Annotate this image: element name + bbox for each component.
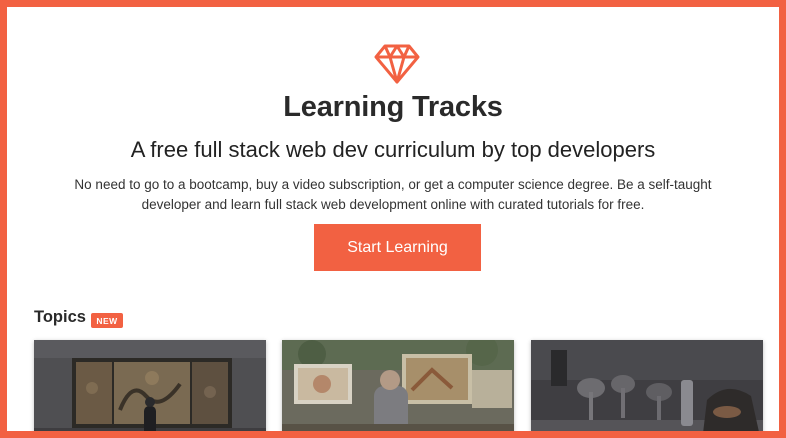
topic-card[interactable] (531, 340, 763, 431)
topics-heading: Topics (34, 308, 86, 326)
museum-paintings-photo (34, 340, 266, 431)
description-line: No need to go to a bootcamp, buy a video… (74, 177, 712, 192)
page-subtitle: A free full stack web dev curriculum by … (130, 137, 656, 162)
diamond-icon (374, 44, 420, 84)
start-learning-button[interactable]: Start Learning (314, 224, 481, 271)
new-badge: NEW (91, 313, 123, 328)
topic-card[interactable] (34, 340, 266, 431)
topic-card[interactable] (282, 340, 514, 431)
street-artist-photo (282, 340, 514, 431)
page-frame: Learning Tracks A free full stack web de… (0, 0, 786, 438)
restaurant-table-photo (531, 340, 763, 431)
description-line: developer and learn full stack web devel… (141, 197, 645, 212)
description: No need to go to a bootcamp, buy a video… (47, 175, 739, 215)
page-title: Learning Tracks (283, 91, 503, 123)
